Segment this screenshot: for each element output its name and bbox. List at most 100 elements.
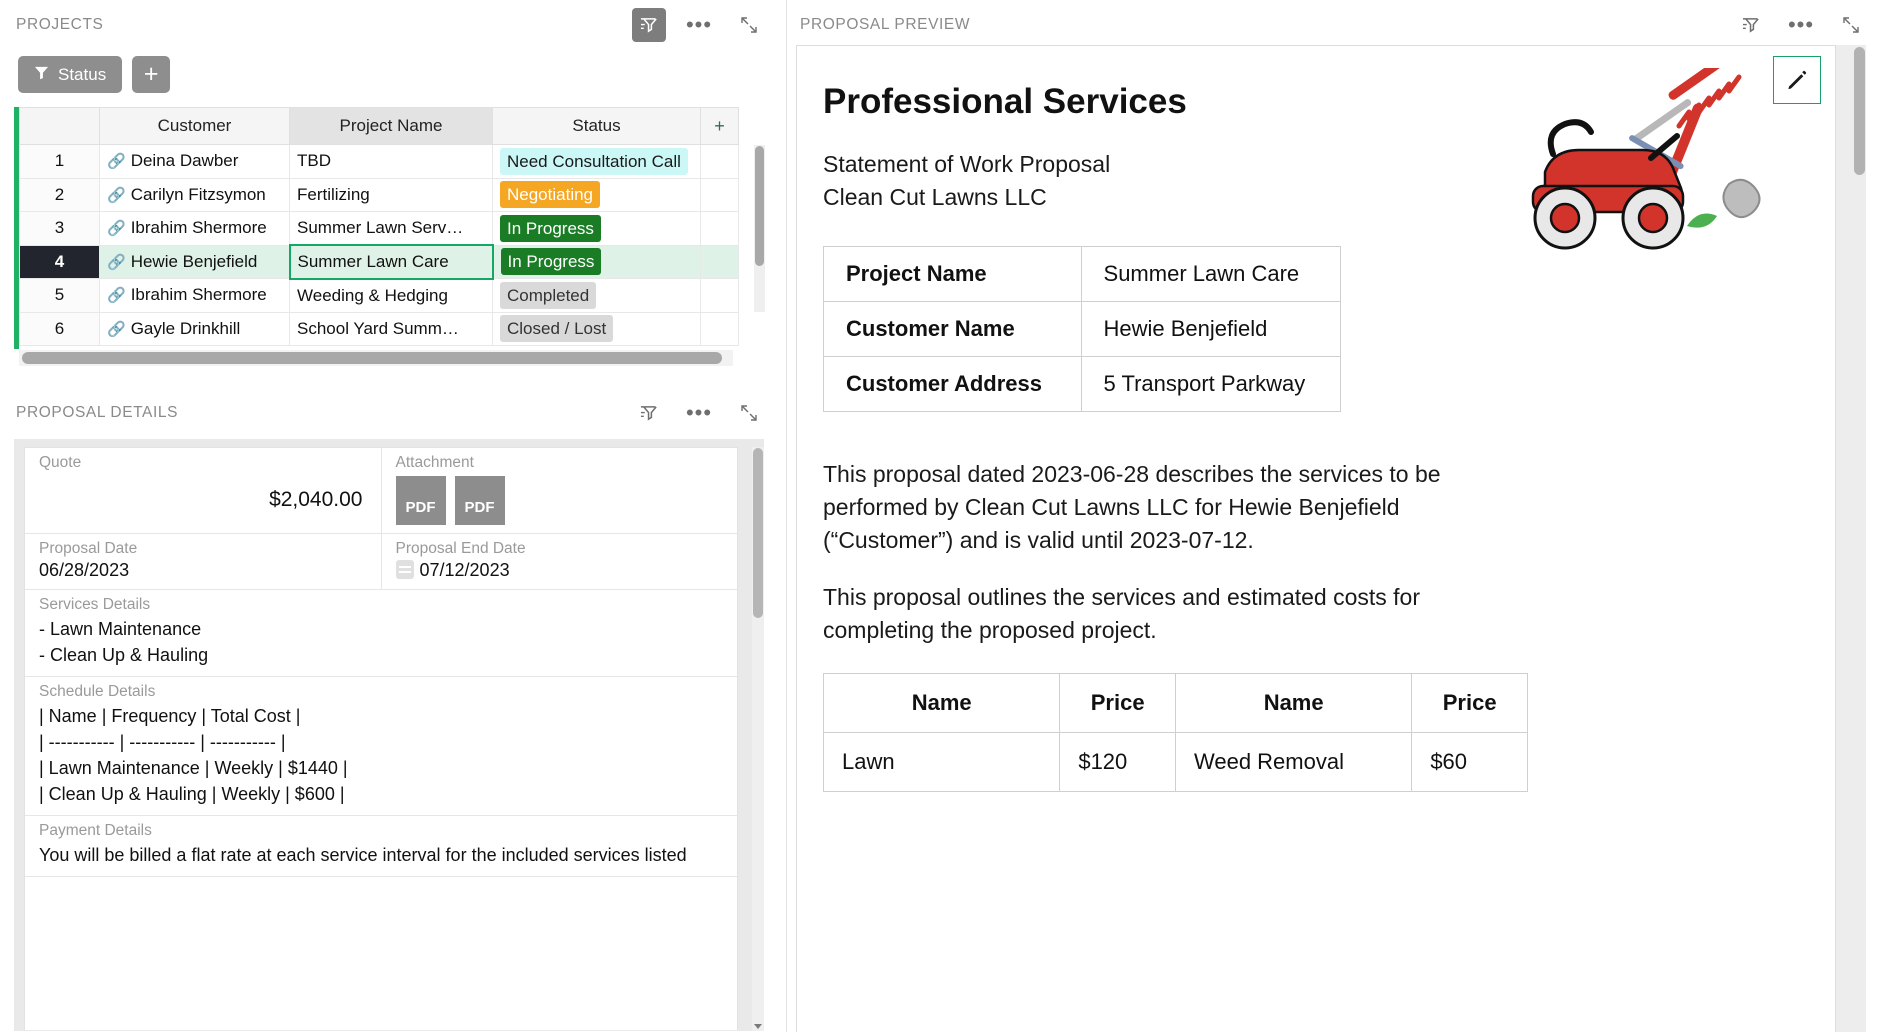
row-number[interactable]: 1 (20, 145, 100, 179)
proposal-document-container: Professional Services Statement of Work … (796, 45, 1866, 1032)
attachment-list: PDF PDF (396, 476, 724, 525)
column-header-rownum[interactable] (20, 108, 100, 145)
cell-spacer (701, 245, 739, 279)
status-badge: Closed / Lost (500, 315, 613, 342)
column-header-status[interactable]: Status (493, 108, 701, 145)
preview-header-icons: ••• (1734, 8, 1868, 42)
link-icon: 🔗 (107, 153, 126, 170)
projects-panel-title: PROJECTS (16, 16, 103, 34)
column-header-add[interactable]: + (701, 108, 739, 145)
scroll-thumb[interactable] (1854, 47, 1865, 175)
cell-status[interactable]: In Progress (493, 212, 701, 246)
expand-icon[interactable] (1834, 8, 1868, 42)
quote-label: Quote (39, 454, 367, 472)
table-row[interactable]: 1 🔗 Deina Dawber TBD Need Consultation Ca… (20, 145, 739, 179)
table-row-selected[interactable]: 4 🔗Hewie Benjefield Summer Lawn Care In … (20, 245, 739, 279)
table-row[interactable]: 6 🔗Gayle Drinkhill School Yard Summ… Clo… (20, 312, 739, 346)
price-row: Lawn $120 Weed Removal $60 (824, 733, 1528, 792)
status-badge: In Progress (500, 215, 601, 242)
customer-name: Deina Dawber (131, 151, 239, 170)
document-paragraph-2: This proposal outlines the services and … (823, 581, 1473, 647)
cell-customer[interactable]: 🔗Hewie Benjefield (100, 245, 290, 279)
projects-table: Customer Project Name Status + 1 🔗 Deina … (19, 107, 739, 346)
cell-status[interactable]: In Progress (493, 245, 701, 279)
scroll-thumb[interactable] (755, 146, 764, 266)
column-header-project-name[interactable]: Project Name (290, 108, 493, 145)
cell-project-name[interactable]: Weeding & Hedging (290, 279, 493, 313)
add-filter-button[interactable]: + (132, 56, 170, 93)
cell-customer[interactable]: 🔗 Deina Dawber (100, 145, 290, 179)
pdf-file-icon[interactable]: PDF (396, 476, 446, 525)
payment-line-1: You will be billed a flat rate at each s… (39, 842, 723, 868)
payment-details-field[interactable]: Payment Details You will be billed a fla… (25, 816, 737, 877)
proposal-date-field[interactable]: Proposal Date 06/28/2023 (25, 534, 381, 589)
filter-sort-icon[interactable] (632, 396, 666, 430)
document-vertical-scrollbar[interactable] (1852, 45, 1866, 1032)
cell-project-name[interactable]: Summer Lawn Serv… (290, 212, 493, 246)
proposal-preview-title: PROPOSAL PREVIEW (800, 16, 970, 34)
more-options-icon[interactable]: ••• (682, 8, 716, 42)
expand-icon[interactable] (732, 8, 766, 42)
cell-status[interactable]: Need Consultation Call (493, 145, 701, 179)
attachment-label: Attachment (396, 454, 724, 472)
proposal-end-date-field[interactable]: Proposal End Date 07/12/2023 (381, 534, 738, 589)
info-value: Summer Lawn Care (1081, 247, 1340, 302)
row-number[interactable]: 3 (20, 212, 100, 246)
more-options-icon[interactable]: ••• (1784, 8, 1818, 42)
schedule-line-2: | ----------- | ----------- | ----------… (39, 729, 723, 755)
status-filter-label: Status (58, 65, 106, 85)
more-options-icon[interactable]: ••• (682, 396, 716, 430)
attachment-field[interactable]: Attachment PDF PDF (381, 448, 738, 533)
scroll-thumb[interactable] (753, 448, 763, 618)
row-number[interactable]: 2 (20, 178, 100, 212)
row-number[interactable]: 5 (20, 279, 100, 313)
cell-status[interactable]: Closed / Lost (493, 312, 701, 346)
quote-field[interactable]: Quote $2,040.00 (25, 448, 381, 533)
table-row[interactable]: 5 🔗Ibrahim Shermore Weeding & Hedging Co… (20, 279, 739, 313)
status-badge: In Progress (501, 248, 602, 275)
row-number[interactable]: 6 (20, 312, 100, 346)
services-details-field[interactable]: Services Details - Lawn Maintenance - Cl… (25, 590, 737, 677)
projects-panel-header: PROJECTS ••• (16, 8, 766, 42)
details-vertical-scrollbar[interactable] (752, 447, 764, 1031)
cell-customer[interactable]: 🔗Gayle Drinkhill (100, 312, 290, 346)
status-filter-button[interactable]: Status (18, 56, 122, 93)
filter-sort-icon[interactable] (1734, 8, 1768, 42)
table-row[interactable]: 2 🔗Carilyn Fitzsymon Fertilizing Negotia… (20, 178, 739, 212)
price-item-price: $60 (1412, 733, 1528, 792)
price-header-name: Name (824, 674, 1060, 733)
cell-project-name[interactable]: School Yard Summ… (290, 312, 493, 346)
services-line-1: - Lawn Maintenance (39, 616, 723, 642)
cell-project-name[interactable]: Fertilizing (290, 178, 493, 212)
scroll-down-arrow-icon[interactable] (754, 1024, 762, 1029)
cell-project-name[interactable]: TBD (290, 145, 493, 179)
table-row[interactable]: 3 🔗Ibrahim Shermore Summer Lawn Serv… In… (20, 212, 739, 246)
row-number[interactable]: 4 (20, 245, 100, 279)
grid-horizontal-scrollbar[interactable] (19, 350, 733, 366)
grid-vertical-scrollbar[interactable] (754, 145, 765, 312)
cell-status[interactable]: Completed (493, 279, 701, 313)
pdf-file-icon[interactable]: PDF (455, 476, 505, 525)
price-header-price: Price (1060, 674, 1176, 733)
column-header-customer[interactable]: Customer (100, 108, 290, 145)
cell-customer[interactable]: 🔗Carilyn Fitzsymon (100, 178, 290, 212)
schedule-details-field[interactable]: Schedule Details | Name | Frequency | To… (25, 677, 737, 816)
table-header-row: Customer Project Name Status + (20, 108, 739, 145)
expand-icon[interactable] (732, 396, 766, 430)
cell-spacer (701, 178, 739, 212)
proposal-details-card: Quote $2,040.00 Attachment PDF PDF Propo… (24, 447, 738, 1030)
cell-customer[interactable]: 🔗Ibrahim Shermore (100, 212, 290, 246)
cell-project-name-selected[interactable]: Summer Lawn Care (290, 245, 493, 279)
pencil-icon (1785, 68, 1809, 92)
scroll-thumb[interactable] (22, 352, 722, 364)
customer-name: Carilyn Fitzsymon (131, 185, 266, 204)
info-row: Customer Name Hewie Benjefield (824, 302, 1341, 357)
price-header-name: Name (1175, 674, 1411, 733)
services-line-2: - Clean Up & Hauling (39, 642, 723, 668)
funnel-icon (34, 65, 49, 85)
proposal-preview-panel: PROPOSAL PREVIEW ••• (790, 0, 1878, 1032)
calendar-icon (396, 560, 414, 579)
filter-sort-icon[interactable] (632, 8, 666, 42)
cell-customer[interactable]: 🔗Ibrahim Shermore (100, 279, 290, 313)
cell-status[interactable]: Negotiating (493, 178, 701, 212)
